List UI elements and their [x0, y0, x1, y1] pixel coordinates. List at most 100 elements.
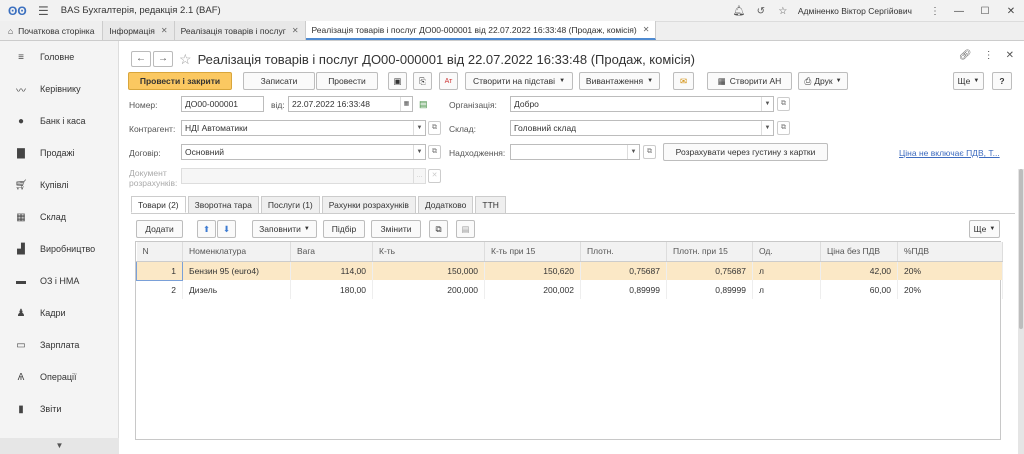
link-icon[interactable]: 🔗︎ [959, 50, 972, 61]
close-window-icon[interactable]: ✕ [998, 6, 1024, 17]
receipt-field[interactable]: ▼ [510, 144, 640, 160]
vat-link[interactable]: Ціна не включає ПДВ, Т... [899, 148, 1000, 158]
tab-services[interactable]: Послуги (1) [260, 196, 320, 213]
close-icon[interactable]: ✕ [643, 25, 650, 34]
sidebar-item-salary[interactable]: ▭ Зарплата [0, 329, 118, 361]
check-date-icon[interactable]: ▤ [419, 99, 428, 110]
favorites-star-icon[interactable]: ☆ [775, 6, 791, 17]
col-header-density[interactable]: Плотн. [580, 242, 667, 262]
close-icon[interactable]: ✕ [161, 26, 168, 35]
tab-home[interactable]: ⌂ Початкова сторінка [0, 21, 104, 40]
favorite-star-icon[interactable]: ☆ [179, 51, 192, 68]
move-down-button[interactable]: ⬇ [217, 220, 236, 238]
sidebar-item-manager[interactable]: 〰 Керівнику [0, 73, 118, 105]
col-header-qty15[interactable]: К-ть при 15 [484, 242, 581, 262]
col-header-qty[interactable]: К-ть [372, 242, 485, 262]
contract-field[interactable]: Основний ▼ [181, 144, 426, 160]
date-field[interactable]: 22.07.2022 16:33:48 ▦ [288, 96, 413, 112]
minimize-icon[interactable]: — [946, 6, 972, 17]
bell-icon[interactable]: 🔔︎ [731, 6, 747, 17]
maximize-icon[interactable]: ☐ [972, 6, 998, 17]
dropdown-arrow-icon[interactable]: ▼ [413, 121, 425, 135]
cell-qty[interactable]: 150,000 [372, 261, 485, 280]
tab-settlement-accounts[interactable]: Рахунки розрахунків [321, 196, 416, 213]
table-row[interactable]: 1 Бензин 95 (euro4) 114,00 150,000 150,6… [136, 260, 1003, 281]
cell-price[interactable]: 42,00 [820, 261, 898, 280]
post-and-close-button[interactable]: Провести і закрити [128, 72, 232, 90]
sidebar-item-warehouse[interactable]: ▦ Склад [0, 201, 118, 233]
col-header-density15[interactable]: Плотн. при 15 [666, 242, 753, 262]
dropdown-arrow-icon[interactable]: ▼ [413, 145, 425, 159]
cell-weight[interactable]: 114,00 [290, 261, 373, 280]
col-header-weight[interactable]: Вага [290, 242, 373, 262]
cell-qty15[interactable]: 150,620 [484, 261, 581, 280]
structure-button[interactable]: ▣ [388, 72, 407, 90]
add-row-button[interactable]: Додати [136, 220, 183, 238]
col-header-price[interactable]: Ціна без ПДВ [820, 242, 898, 262]
more-vertical-icon[interactable]: ⋮ [984, 50, 994, 61]
sidebar-item-bank[interactable]: ● Банк і каса [0, 105, 118, 137]
form-scrollbar[interactable] [1018, 169, 1024, 454]
cell-vat[interactable]: 20% [897, 261, 1003, 280]
email-button[interactable]: ✉ [673, 72, 694, 90]
table-row[interactable]: 2 Дизель 180,00 200,000 200,002 0,89999 … [136, 280, 1003, 299]
dropdown-arrow-icon[interactable]: ▼ [627, 145, 639, 159]
sidebar-scroll-down[interactable]: ▼ [0, 438, 119, 454]
cell-vat[interactable]: 20% [897, 280, 1003, 299]
open-contract-button[interactable]: ⧉ [428, 145, 441, 159]
attach-button[interactable]: ⎘ [413, 72, 432, 90]
copy-rows-button[interactable]: ⧉ [429, 220, 448, 238]
cell-item[interactable]: Дизель [182, 280, 291, 299]
back-button[interactable]: ← [131, 51, 151, 67]
help-button[interactable]: ? [992, 72, 1012, 90]
cell-qty15[interactable]: 200,002 [484, 280, 581, 299]
sidebar-item-purchases[interactable]: 🛒︎ Купівлі [0, 169, 118, 201]
cell-price[interactable]: 60,00 [820, 280, 898, 299]
print-button[interactable]: ⎙ Друк ▼ [798, 72, 848, 90]
cell-density[interactable]: 0,75687 [580, 261, 667, 280]
open-receipt-button[interactable]: ⧉ [643, 145, 656, 159]
sidebar-item-main[interactable]: ≡ Головне [0, 41, 118, 73]
scrollbar-thumb[interactable] [1019, 169, 1023, 329]
sidebar-item-reports[interactable]: ▮ Звіти [0, 393, 118, 425]
col-header-item[interactable]: Номенклатура [182, 242, 291, 262]
organization-field[interactable]: Добро ▼ [510, 96, 774, 112]
move-up-button[interactable]: ⬆ [197, 220, 216, 238]
tab-goods[interactable]: Товари (2) [131, 196, 186, 213]
tab-ttn[interactable]: ТТН [475, 196, 506, 213]
warehouse-field[interactable]: Головний склад ▼ [510, 120, 774, 136]
col-header-unit[interactable]: Од. [752, 242, 821, 262]
cell-qty[interactable]: 200,000 [372, 280, 485, 299]
sidebar-item-hr[interactable]: ♟ Кадри [0, 297, 118, 329]
cell-weight[interactable]: 180,00 [290, 280, 373, 299]
sidebar-item-operations[interactable]: Ѧ Операції [0, 361, 118, 393]
tab-returnable-packaging[interactable]: Зворотна тара [187, 196, 259, 213]
calendar-icon[interactable]: ▦ [400, 97, 412, 111]
cell-item[interactable]: Бензин 95 (euro4) [182, 261, 291, 280]
col-header-n[interactable]: N [136, 242, 183, 262]
sidebar-item-sales[interactable]: ▇ Продажі [0, 137, 118, 169]
save-button[interactable]: Записати [243, 72, 315, 90]
create-ah-button[interactable]: ▦ Створити АН [707, 72, 792, 90]
dropdown-arrow-icon[interactable]: ▼ [761, 121, 773, 135]
tab-additional[interactable]: Додатково [417, 196, 474, 213]
main-menu-icon[interactable]: ☰ [38, 4, 49, 18]
sidebar-item-assets[interactable]: ▬ ОЗ і НМА [0, 265, 118, 297]
more-button[interactable]: Ще ▼ [953, 72, 984, 90]
more-vertical-icon[interactable]: ⋮ [927, 6, 943, 17]
close-icon[interactable]: ✕ [292, 26, 299, 35]
cell-unit[interactable]: л [752, 261, 821, 280]
fill-button[interactable]: Заповнити ▼ [252, 220, 317, 238]
change-button[interactable]: Змінити [371, 220, 421, 238]
tab-info[interactable]: Інформація ✕ [103, 21, 175, 40]
cell-n[interactable]: 1 [136, 260, 183, 281]
pick-button[interactable]: Підбір [323, 220, 365, 238]
create-based-button[interactable]: Створити на підставі ▼ [465, 72, 573, 90]
cell-density[interactable]: 0,89999 [580, 280, 667, 299]
forward-button[interactable]: → [153, 51, 173, 67]
tab-sales-doc[interactable]: Реалізація товарів і послуг ДО00-000001 … [305, 21, 657, 40]
tab-sales-list[interactable]: Реалізація товарів і послуг ✕ [174, 21, 306, 40]
dt-kt-button[interactable]: Ат [439, 72, 458, 90]
dropdown-arrow-icon[interactable]: ▼ [761, 97, 773, 111]
open-counterparty-button[interactable]: ⧉ [428, 121, 441, 135]
